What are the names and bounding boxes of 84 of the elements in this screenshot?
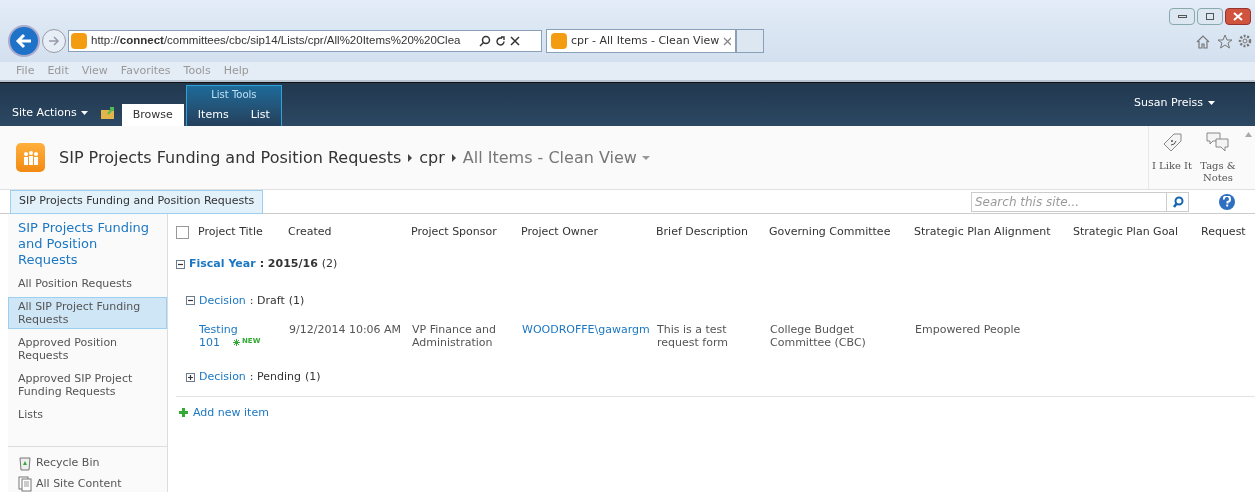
help-icon[interactable] — [1219, 193, 1235, 210]
nav-item[interactable]: Approved Position Requests — [8, 333, 167, 365]
group-count: (1) — [305, 369, 321, 385]
restore-icon — [1206, 13, 1214, 20]
site-logo-icon — [16, 143, 45, 172]
site-icon — [551, 33, 567, 49]
expand-icon[interactable] — [186, 372, 195, 382]
column-header[interactable]: Strategic Plan Goal — [1073, 223, 1201, 241]
browser-tab[interactable]: cpr - All Items - Clean View — [546, 29, 736, 53]
group-value: : Pending — [249, 369, 302, 385]
group-count: (2) — [321, 256, 338, 272]
restore-button[interactable] — [1197, 8, 1223, 25]
collapse-icon[interactable] — [176, 259, 185, 269]
tags-notes-button[interactable]: Tags & Notes — [1195, 126, 1241, 189]
table-cell-text: This is a test request form — [657, 323, 729, 349]
breadcrumb-link[interactable]: cpr — [419, 145, 445, 170]
group-label: List Tools — [210, 88, 258, 102]
site-content-link[interactable]: All Site Content — [18, 475, 157, 492]
forward-arrow-icon — [48, 36, 60, 46]
collapse-icon[interactable] — [186, 296, 195, 306]
column-header[interactable]: Project Owner — [521, 223, 656, 241]
column-header[interactable]: Brief Description — [656, 223, 769, 241]
column-header[interactable]: Request — [1201, 223, 1255, 241]
ribbon-tab[interactable]: Items — [186, 104, 240, 126]
column-header[interactable]: Project Title — [198, 223, 288, 241]
group-value: : Draft — [249, 292, 285, 309]
column-header[interactable]: Strategic Plan Alignment — [914, 223, 1073, 241]
column-header[interactable]: Project Sponsor — [411, 223, 521, 241]
tab-title: cpr - All Items - Clean View — [571, 32, 720, 49]
column-header[interactable]: Created — [288, 223, 411, 241]
nav-item[interactable]: Lists — [8, 405, 167, 424]
user-menu[interactable]: Susan Preiss — [1134, 95, 1215, 112]
breadcrumb-link[interactable]: SIP Projects Funding and Position Requests — [59, 145, 402, 170]
table-cell-text: Empowered People — [915, 323, 1022, 336]
breadcrumb-arrow-icon — [450, 153, 457, 162]
star-icon[interactable] — [1217, 33, 1233, 49]
folder-icon[interactable] — [99, 106, 116, 120]
speech-bubbles-icon — [1205, 130, 1231, 154]
ribbon-tab[interactable]: List — [239, 104, 281, 126]
ribbon-tab[interactable]: Browse — [121, 104, 184, 126]
table-cell-text: VP Finance and Administration — [412, 323, 497, 349]
close-icon — [1233, 12, 1243, 21]
caret-icon — [641, 155, 650, 160]
nav-heading[interactable]: SIP Projects Funding and Position Requests — [8, 220, 167, 268]
nav-item[interactable]: Approved SIP Project Funding Requests — [8, 369, 167, 401]
back-arrow-icon — [15, 33, 33, 49]
settings-icon[interactable] — [1237, 33, 1253, 49]
search-field[interactable]: Search this site... — [971, 191, 1167, 212]
sparkle-icon — [233, 339, 240, 346]
table-cell-text: 9/12/2014 10:06 AM — [289, 323, 403, 336]
minimize-icon — [1177, 15, 1187, 18]
like-button[interactable]: I Like It — [1149, 126, 1195, 189]
site-icon — [71, 33, 87, 49]
group-field[interactable]: Decision — [199, 292, 246, 309]
back-button[interactable] — [8, 25, 40, 57]
select-all-checkbox[interactable] — [176, 225, 189, 239]
nav-item[interactable]: All Position Requests — [8, 274, 167, 293]
breadcrumb-arrow-icon — [407, 153, 414, 162]
view-selector[interactable]: All Items - Clean View — [462, 145, 650, 170]
owner-link[interactable]: WOODROFFE\gawargm — [522, 323, 657, 336]
plus-icon — [178, 407, 189, 419]
site-actions-menu[interactable]: Site Actions — [12, 104, 88, 121]
top-nav-link[interactable]: SIP Projects Funding and Position Requests — [10, 189, 264, 214]
url-text: http://connect/committees/cbc/sip14/Lists/cpr/All%20Items%20%20Clea — [91, 33, 462, 49]
table-cell-text: College Budget Committee (CBC) — [770, 323, 867, 349]
close-icon[interactable] — [510, 36, 520, 46]
search-icon[interactable] — [479, 35, 491, 47]
search-icon[interactable] — [1167, 191, 1189, 212]
recycle-bin-icon — [18, 455, 32, 472]
group-value: : 2015/16 — [259, 256, 318, 272]
group-field[interactable]: Fiscal Year — [189, 256, 256, 273]
group-field[interactable]: Decision — [199, 369, 246, 386]
home-icon[interactable] — [1195, 33, 1211, 49]
refresh-icon[interactable] — [495, 35, 506, 47]
nav-item[interactable]: All SIP Project Funding Requests — [8, 297, 167, 329]
recycle-bin-link[interactable]: Recycle Bin — [18, 455, 157, 472]
column-header[interactable]: Governing Committee — [769, 223, 914, 241]
add-item-link[interactable]: Add new item — [178, 404, 269, 421]
caret-icon — [1208, 101, 1215, 106]
caret-icon — [80, 110, 88, 115]
minimize-button[interactable] — [1169, 8, 1195, 25]
close-button[interactable] — [1225, 8, 1251, 25]
address-bar[interactable]: http://connect/committees/cbc/sip14/Lists/cpr/All%20Items%20%20Clea — [68, 30, 542, 52]
group-count: (1) — [288, 292, 305, 309]
